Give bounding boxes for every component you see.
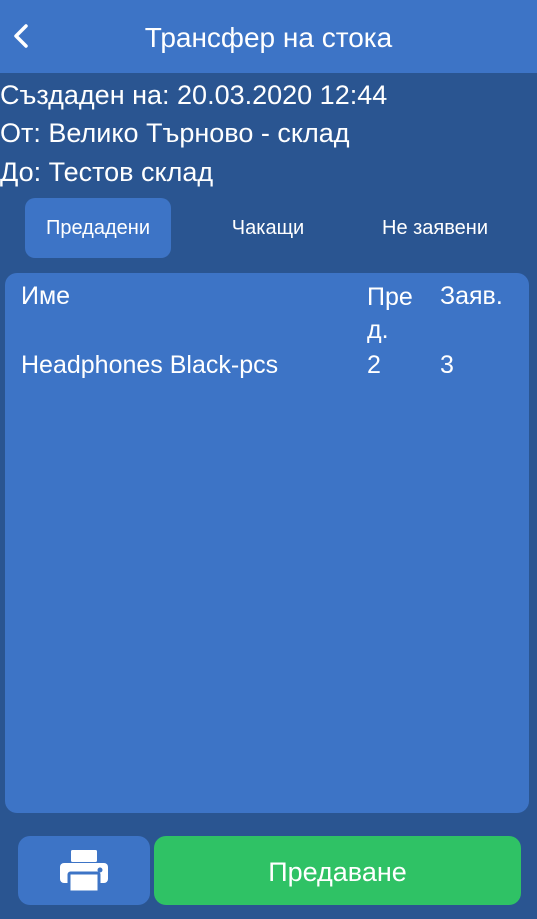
tab-sent[interactable]: Предадени bbox=[25, 198, 171, 258]
created-date-text: Създаден на: 20.03.2020 12:44 bbox=[0, 80, 388, 110]
column-header-name: Име bbox=[21, 282, 71, 310]
submit-button[interactable]: Предаване bbox=[154, 836, 521, 905]
app-header: Трансфер на стока bbox=[0, 0, 537, 73]
row-requested-qty: 3 bbox=[440, 351, 454, 379]
tab-waiting[interactable]: Чакащи bbox=[195, 198, 341, 258]
back-button[interactable] bbox=[4, 16, 38, 56]
column-header-sent: Пред. bbox=[367, 283, 413, 344]
from-warehouse-text: От: Велико Търново - склад bbox=[0, 118, 350, 148]
column-header-requested: Заяв. bbox=[440, 282, 503, 310]
to-warehouse-text: До: Тестов склад bbox=[0, 157, 214, 187]
tab-not-requested[interactable]: Не заявени bbox=[352, 198, 518, 258]
row-item-name: Headphones Black-pcs bbox=[21, 351, 279, 379]
row-sent-qty: 2 bbox=[367, 351, 381, 379]
page-title: Трансфер на стока bbox=[144, 22, 393, 53]
tab-bar: Предадени Чакащи Не заявени bbox=[25, 198, 512, 258]
chevron-left-icon bbox=[14, 24, 28, 48]
print-button[interactable] bbox=[18, 836, 150, 905]
printer-icon bbox=[60, 849, 108, 893]
items-table: Име Пред. Заяв. Headphones Black-pcs 2 3 bbox=[5, 273, 529, 813]
